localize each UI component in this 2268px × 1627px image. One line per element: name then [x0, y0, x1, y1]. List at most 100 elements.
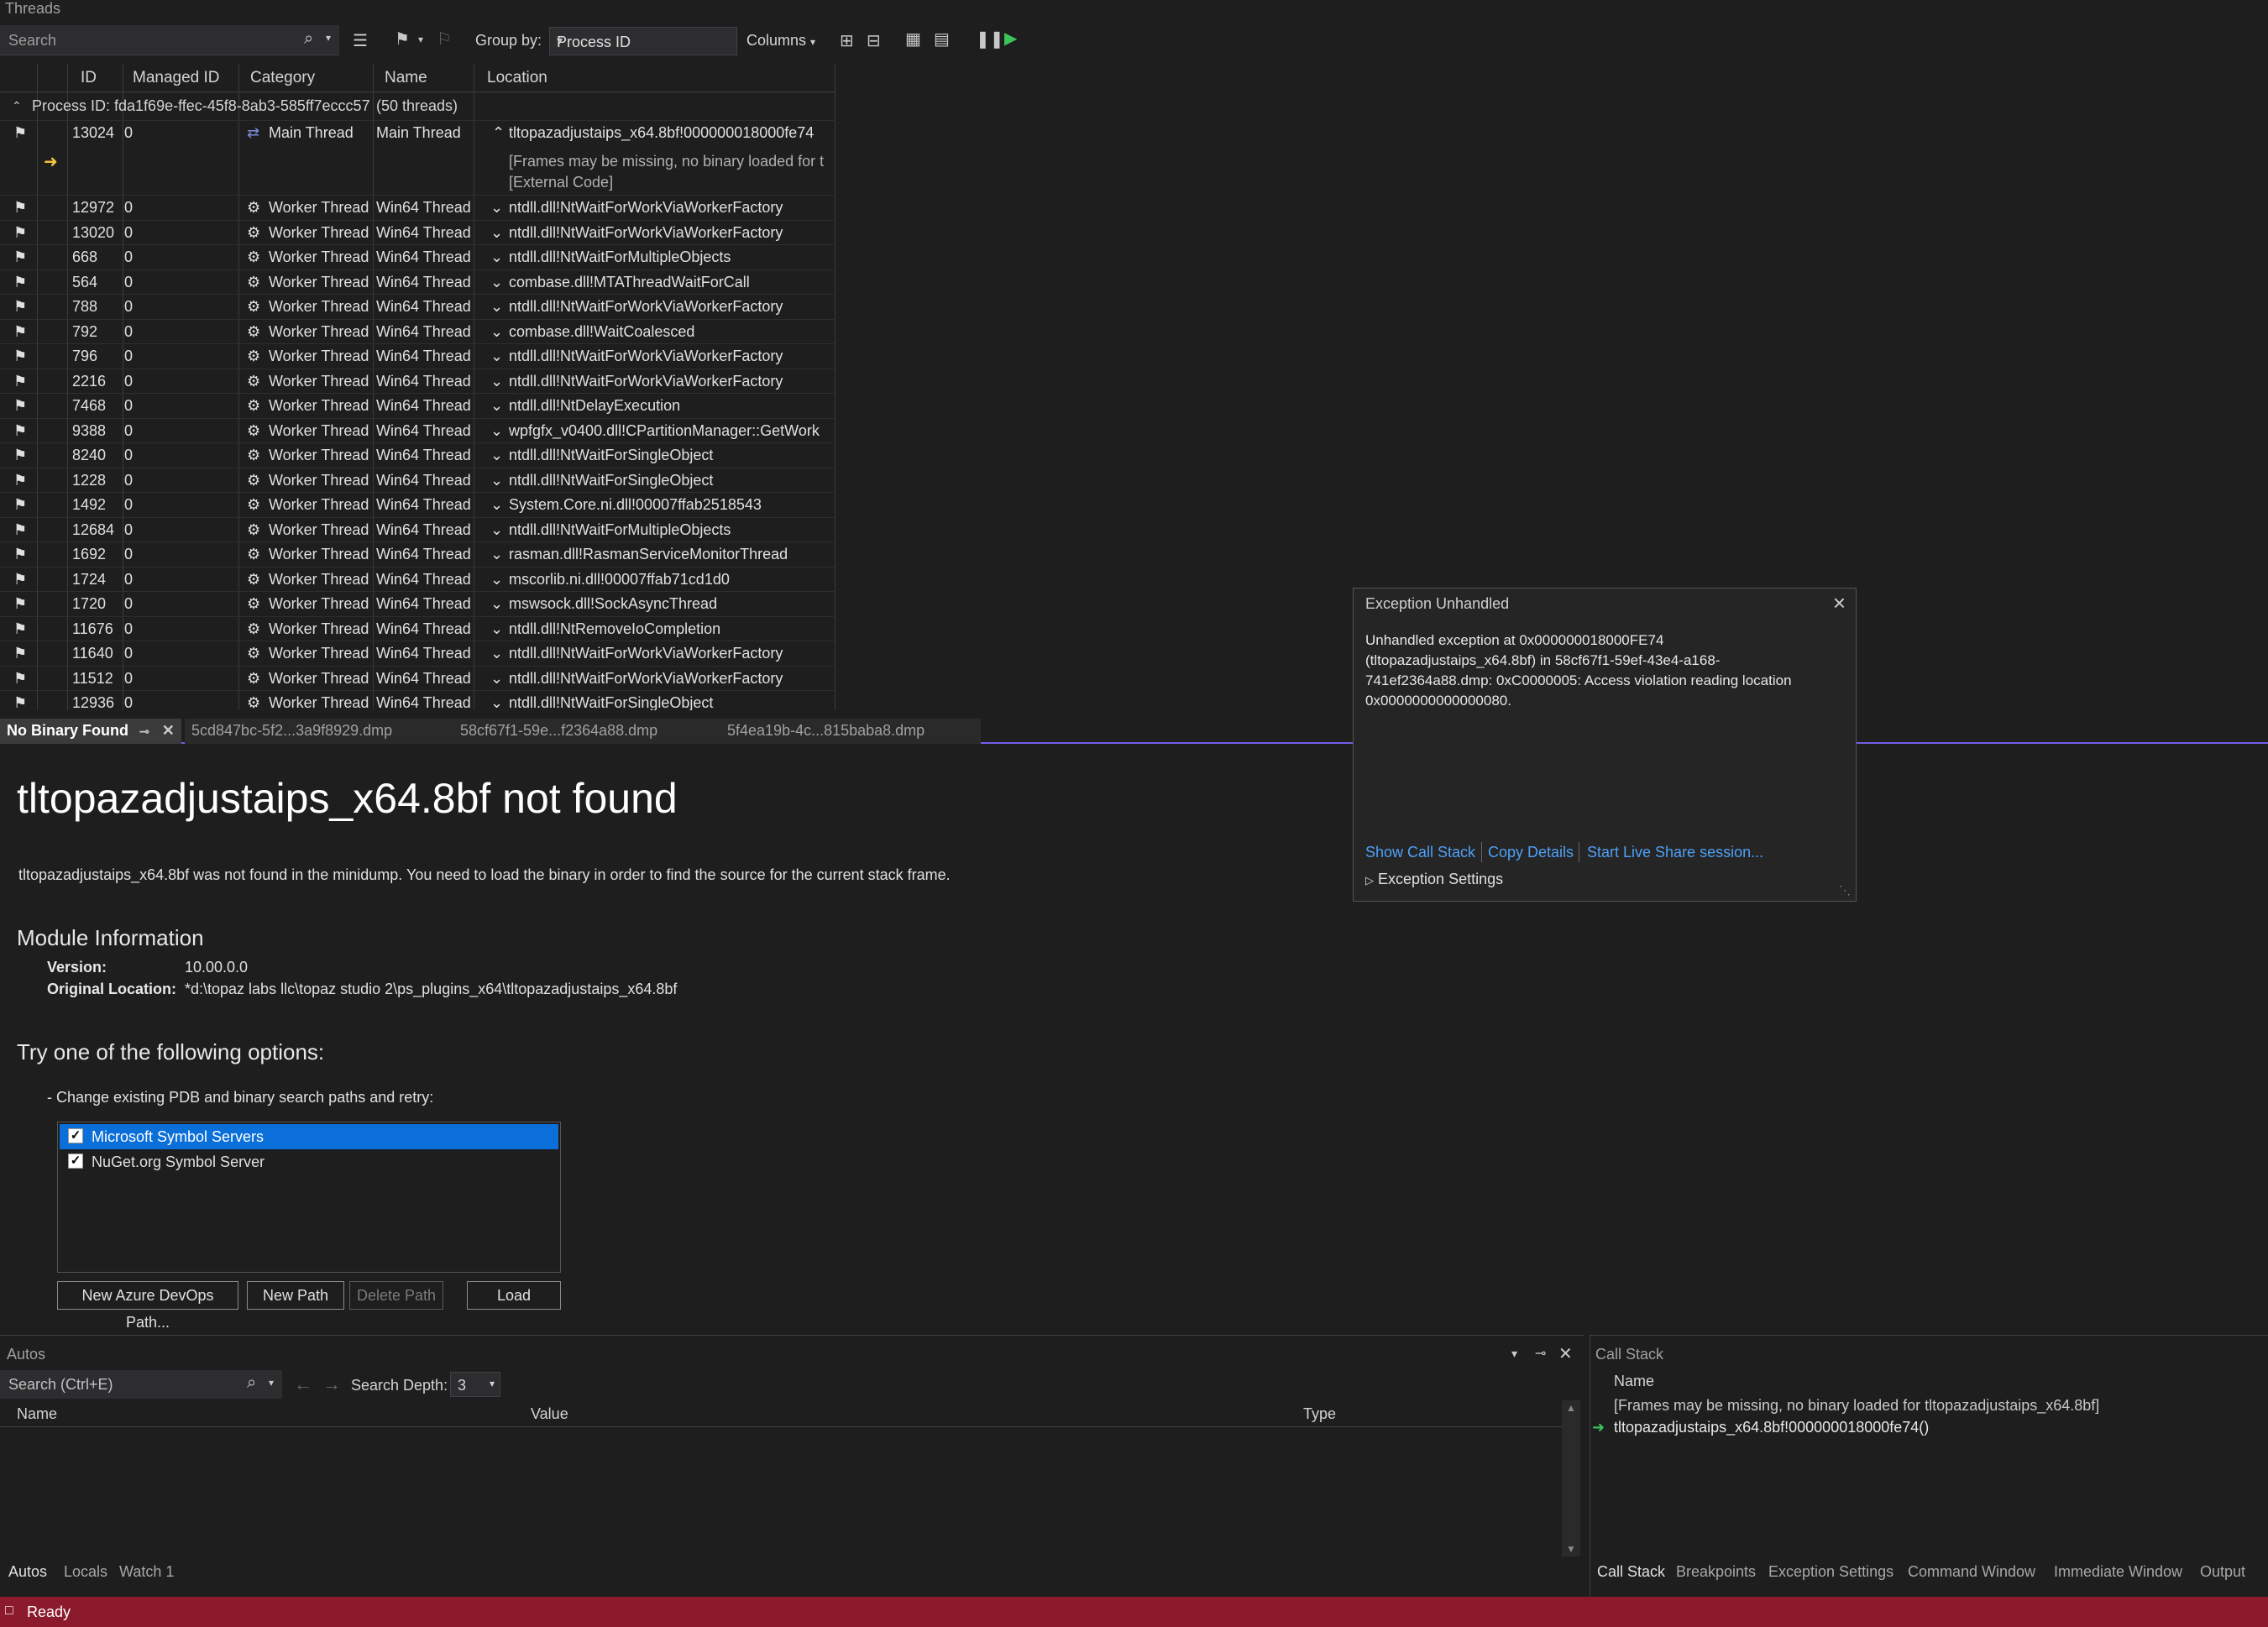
- chevron-up-icon[interactable]: ⌃: [492, 124, 505, 142]
- flag-icon[interactable]: ⚑: [13, 248, 27, 266]
- tab-watch-1[interactable]: Watch 1: [119, 1563, 174, 1581]
- new-azure-devops-path-button[interactable]: New Azure DevOps Path...: [57, 1281, 238, 1331]
- flag-icon[interactable]: ⚑: [13, 521, 27, 539]
- chevron-down-icon[interactable]: ⌄: [490, 595, 503, 613]
- flag-icon[interactable]: ⚑: [13, 199, 27, 217]
- col-value[interactable]: Value: [531, 1405, 568, 1423]
- resize-grip-icon[interactable]: ⋱: [1839, 883, 1851, 897]
- tab-dump-1[interactable]: 5cd847bc-5f2...3a9f8929.dmp: [185, 719, 453, 744]
- thread-row[interactable]: ⚑ ⚙ ⌄ 564 0 Worker Thread Win64 Thread combase.…: [0, 269, 835, 295]
- chevron-down-icon[interactable]: ⌄: [490, 274, 503, 291]
- tab-autos[interactable]: Autos: [8, 1563, 47, 1581]
- play-icon[interactable]: ▶: [1004, 28, 1017, 49]
- thread-row[interactable]: ⚑ ⚙ ⌄ 788 0 Worker Thread Win64 Thread ntdll.dl…: [0, 294, 835, 319]
- col-name[interactable]: Name: [17, 1405, 57, 1423]
- thread-row[interactable]: ⚑ ⚙ ⌄ 12972 0 Worker Thread Win64 Thread ntdll.…: [0, 195, 835, 220]
- back-arrow-icon[interactable]: ←: [294, 1373, 312, 1395]
- col-id[interactable]: ID: [81, 69, 97, 87]
- columns-button[interactable]: Columns ▾: [746, 32, 815, 50]
- main-thread-row[interactable]: ⚑ ➜ 13024 0 ⇄ Main Thread Main Thread ⌃ …: [0, 120, 835, 194]
- close-icon[interactable]: ✕: [162, 722, 175, 739]
- start-live-share-link[interactable]: Start Live Share session...: [1587, 844, 1763, 861]
- symbol-server-nuget[interactable]: ✓ NuGet.org Symbol Server: [60, 1149, 558, 1174]
- chevron-down-icon[interactable]: ▾: [418, 34, 423, 45]
- list-view-icon[interactable]: ☰: [353, 30, 368, 51]
- process-group-row[interactable]: ⌃ Process ID: fda1f69e-ffec-45f8-8ab3-58…: [0, 94, 835, 119]
- chevron-down-icon[interactable]: ⌄: [490, 298, 503, 316]
- delete-path-button[interactable]: Delete Path: [349, 1281, 443, 1310]
- tab-locals[interactable]: Locals: [64, 1563, 107, 1581]
- chevron-down-icon[interactable]: ⌄: [490, 373, 503, 390]
- thread-row[interactable]: ⚑ ⚙ ⌄ 11676 0 Worker Thread Win64 Thread ntdll.…: [0, 615, 835, 641]
- groupby-select[interactable]: Process ID ▾: [549, 27, 737, 55]
- new-path-button[interactable]: New Path: [247, 1281, 344, 1310]
- flag-icon[interactable]: ⚑: [13, 546, 27, 563]
- search-icon[interactable]: ⌕: [247, 1373, 256, 1393]
- chevron-down-icon[interactable]: ⌄: [490, 670, 503, 688]
- flag-icon[interactable]: ⚑: [13, 645, 27, 662]
- flag-icon[interactable]: ⚑: [13, 348, 27, 365]
- flag-icon[interactable]: ⚑: [13, 595, 27, 613]
- tab-command-window[interactable]: Command Window: [1908, 1563, 2035, 1581]
- flag-icon[interactable]: ⚑: [13, 422, 27, 440]
- chevron-down-icon[interactable]: ⌄: [490, 323, 503, 341]
- flag-icon[interactable]: ⚑: [13, 694, 27, 710]
- search-icon[interactable]: ⌕: [304, 29, 313, 49]
- col-name[interactable]: Name: [385, 69, 427, 87]
- flag-icon[interactable]: ⚑: [13, 373, 27, 390]
- col-managed-id[interactable]: Managed ID: [133, 69, 220, 87]
- flag-icon[interactable]: ⚑: [13, 670, 27, 688]
- checkbox-checked[interactable]: ✓: [68, 1154, 83, 1169]
- scroll-down-icon[interactable]: ▼: [1566, 1543, 1576, 1555]
- show-call-stack-link[interactable]: Show Call Stack: [1365, 844, 1475, 861]
- call-stack-row[interactable]: [Frames may be missing, no binary loaded…: [1614, 1397, 2099, 1415]
- thread-row[interactable]: ⚑ ⚙ ⌄ 12684 0 Worker Thread Win64 Thread ntdll.…: [0, 516, 835, 542]
- chevron-down-icon[interactable]: ⌄: [490, 422, 503, 440]
- tab-exception-settings[interactable]: Exception Settings: [1768, 1563, 1893, 1581]
- thread-row[interactable]: ⚑ ⚙ ⌄ 7468 0 Worker Thread Win64 Thread ntdll.d…: [0, 393, 835, 418]
- flag-icon[interactable]: ⚑: [13, 224, 27, 242]
- chevron-down-icon[interactable]: ⌄: [490, 447, 503, 464]
- close-icon[interactable]: ✕: [1558, 1343, 1573, 1364]
- col-location[interactable]: Location: [487, 69, 547, 87]
- collapse-callstacks-icon[interactable]: ▤: [934, 29, 950, 50]
- chevron-down-icon[interactable]: ⌄: [490, 546, 503, 563]
- chevron-down-icon[interactable]: ⌄: [490, 397, 503, 415]
- autos-scrollbar[interactable]: ▲ ▼: [1562, 1400, 1580, 1556]
- unflag-icon[interactable]: ⚐: [437, 29, 452, 50]
- thread-row[interactable]: ⚑ ⚙ ⌄ 9388 0 Worker Thread Win64 Thread wpfgfx_…: [0, 417, 835, 443]
- scroll-up-icon[interactable]: ▲: [1566, 1402, 1576, 1414]
- col-name[interactable]: Name: [1614, 1373, 1654, 1390]
- flag-icon[interactable]: ⚑: [13, 447, 27, 464]
- autos-search-input[interactable]: Search (Ctrl+E) ⌕ ▾: [0, 1370, 282, 1399]
- load-button[interactable]: Load: [467, 1281, 561, 1310]
- flag-icon[interactable]: ⚑: [13, 298, 27, 316]
- search-depth-select[interactable]: 3 ▾: [450, 1372, 500, 1397]
- collapse-groups-icon[interactable]: ⊟: [867, 30, 881, 51]
- thread-row[interactable]: ⚑ ⚙ ⌄ 1492 0 Worker Thread Win64 Thread System.…: [0, 492, 835, 517]
- chevron-down-icon[interactable]: ▾: [269, 1377, 274, 1389]
- chevron-up-icon[interactable]: ⌃: [12, 99, 22, 113]
- thread-row[interactable]: ⚑ ⚙ ⌄ 1720 0 Worker Thread Win64 Thread mswsock…: [0, 591, 835, 616]
- tab-no-binary-found[interactable]: No Binary Found ⊸ ✕: [0, 719, 181, 744]
- flag-icon[interactable]: ⚑: [13, 124, 27, 142]
- chevron-down-icon[interactable]: ⌄: [490, 224, 503, 242]
- flag-icon[interactable]: ⚑: [13, 472, 27, 489]
- thread-row[interactable]: ⚑ ⚙ ⌄ 12936 0 Worker Thread Win64 Thread ntdll.…: [0, 690, 835, 710]
- flag-icon[interactable]: ⚑: [13, 620, 27, 638]
- thread-row[interactable]: ⚑ ⚙ ⌄ 11640 0 Worker Thread Win64 Thread ntdll.…: [0, 641, 835, 666]
- tab-output[interactable]: Output: [2200, 1563, 2245, 1581]
- call-stack-row[interactable]: tltopazadjustaips_x64.8bf!000000018000fe…: [1614, 1419, 1929, 1436]
- thread-row[interactable]: ⚑ ⚙ ⌄ 2216 0 Worker Thread Win64 Thread ntdll.d…: [0, 368, 835, 394]
- tab-call-stack[interactable]: Call Stack: [1597, 1563, 1665, 1581]
- col-type[interactable]: Type: [1303, 1405, 1336, 1423]
- flag-icon[interactable]: ⚑: [13, 496, 27, 514]
- col-category[interactable]: Category: [250, 69, 315, 87]
- chevron-down-icon[interactable]: ⌄: [490, 571, 503, 589]
- thread-row[interactable]: ⚑ ⚙ ⌄ 796 0 Worker Thread Win64 Thread ntdll.dl…: [0, 343, 835, 369]
- chevron-down-icon[interactable]: ▾: [1511, 1347, 1517, 1361]
- thread-row[interactable]: ⚑ ⚙ ⌄ 1228 0 Worker Thread Win64 Thread ntdll.d…: [0, 467, 835, 493]
- flag-icon[interactable]: ⚑: [13, 274, 27, 291]
- flag-icon[interactable]: ⚑: [395, 29, 410, 50]
- chevron-down-icon[interactable]: ⌄: [490, 645, 503, 662]
